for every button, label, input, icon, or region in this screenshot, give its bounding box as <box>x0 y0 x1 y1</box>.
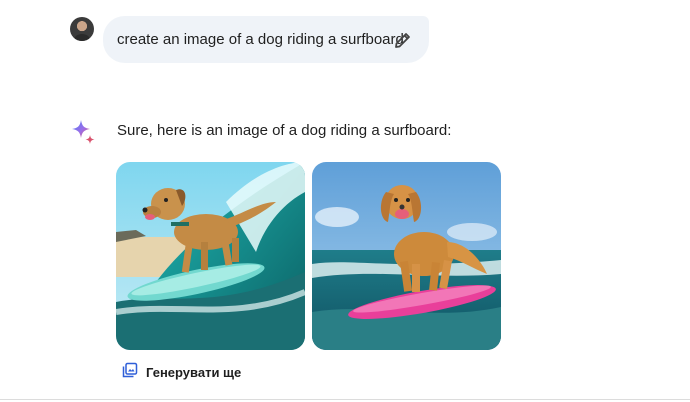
generated-image-2[interactable] <box>312 162 501 350</box>
sparkle-icon <box>70 119 96 145</box>
user-prompt-text: create an image of a dog riding a surfbo… <box>117 31 404 48</box>
pencil-icon[interactable] <box>393 30 413 50</box>
assistant-reply-text: Sure, here is an image of a dog riding a… <box>117 122 452 139</box>
user-avatar[interactable] <box>70 17 94 41</box>
image-stack-icon <box>122 362 138 383</box>
generate-more-label: Генерувати ще <box>146 365 242 380</box>
generate-more-button[interactable]: Генерувати ще <box>122 362 241 383</box>
generated-image-1[interactable] <box>116 162 305 350</box>
divider <box>0 399 690 400</box>
user-prompt-bubble: create an image of a dog riding a surfbo… <box>103 16 429 63</box>
